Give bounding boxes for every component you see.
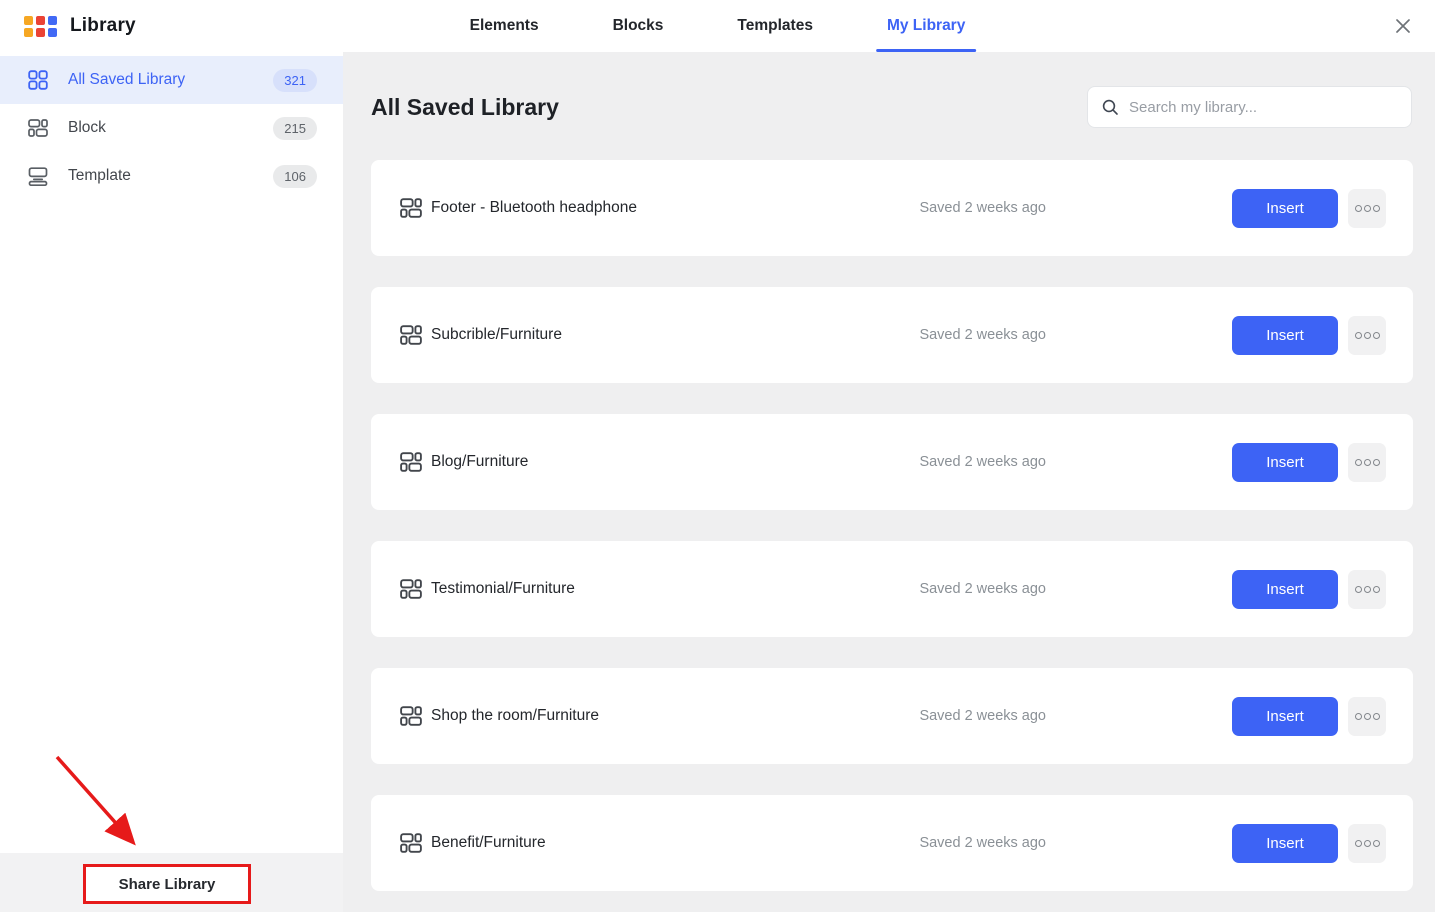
- tab-my-library[interactable]: My Library: [885, 0, 967, 52]
- more-options-button[interactable]: [1348, 697, 1386, 736]
- sidebar-item-label: Template: [68, 167, 273, 185]
- item-saved-time: Saved 2 weeks ago: [919, 708, 1046, 724]
- app-logo-grid-icon: [24, 16, 57, 37]
- more-options-button[interactable]: [1348, 570, 1386, 609]
- insert-button[interactable]: Insert: [1232, 570, 1338, 609]
- item-title: Testimonial/Furniture: [431, 580, 919, 598]
- more-options-icon: [1355, 459, 1362, 466]
- library-item-row: Benefit/Furniture Saved 2 weeks ago Inse…: [371, 795, 1413, 891]
- block-icon: [400, 578, 422, 600]
- more-options-button[interactable]: [1348, 189, 1386, 228]
- more-options-button[interactable]: [1348, 443, 1386, 482]
- more-options-icon: [1355, 840, 1362, 847]
- sidebar-item-block[interactable]: Block 215: [0, 104, 343, 152]
- item-title: Shop the room/Furniture: [431, 707, 919, 725]
- library-item-row: Testimonial/Furniture Saved 2 weeks ago …: [371, 541, 1413, 637]
- brand: Library: [24, 15, 136, 37]
- search-input[interactable]: [1129, 99, 1398, 116]
- top-tabs: Elements Blocks Templates My Library: [468, 0, 968, 52]
- more-options-icon: [1355, 713, 1362, 720]
- item-saved-time: Saved 2 weeks ago: [919, 327, 1046, 343]
- all-saved-grid-icon: [28, 70, 48, 90]
- sidebar-item-template[interactable]: Template 106: [0, 152, 343, 200]
- item-saved-time: Saved 2 weeks ago: [919, 454, 1046, 470]
- library-item-row: Footer - Bluetooth headphone Saved 2 wee…: [371, 160, 1413, 256]
- more-options-button[interactable]: [1348, 316, 1386, 355]
- app-title: Library: [70, 15, 136, 37]
- item-title: Footer - Bluetooth headphone: [431, 199, 919, 217]
- tab-elements[interactable]: Elements: [468, 0, 541, 52]
- more-options-icon: [1355, 332, 1362, 339]
- item-saved-time: Saved 2 weeks ago: [919, 200, 1046, 216]
- modal-header: Library Elements Blocks Templates My Lib…: [0, 0, 1435, 52]
- main-panel: All Saved Library Footer - Bluetooth hea…: [343, 52, 1435, 912]
- item-saved-time: Saved 2 weeks ago: [919, 581, 1046, 597]
- insert-button[interactable]: Insert: [1232, 316, 1338, 355]
- sidebar-item-label: Block: [68, 119, 273, 137]
- block-icon: [400, 832, 422, 854]
- more-options-button[interactable]: [1348, 824, 1386, 863]
- share-library-button[interactable]: Share Library: [83, 864, 251, 904]
- tab-blocks[interactable]: Blocks: [611, 0, 666, 52]
- item-title: Blog/Furniture: [431, 453, 919, 471]
- count-badge: 321: [273, 69, 317, 92]
- sidebar-item-all-saved-library[interactable]: All Saved Library 321: [0, 56, 343, 104]
- item-title: Benefit/Furniture: [431, 834, 919, 852]
- tab-templates[interactable]: Templates: [735, 0, 815, 52]
- library-item-row: Blog/Furniture Saved 2 weeks ago Insert: [371, 414, 1413, 510]
- close-icon: [1393, 16, 1413, 36]
- library-item-row: Subcrible/Furniture Saved 2 weeks ago In…: [371, 287, 1413, 383]
- block-icon: [400, 705, 422, 727]
- more-options-icon: [1355, 205, 1362, 212]
- block-icon: [400, 451, 422, 473]
- insert-button[interactable]: Insert: [1232, 189, 1338, 228]
- item-title: Subcrible/Furniture: [431, 326, 919, 344]
- page-title: All Saved Library: [371, 94, 559, 121]
- sidebar-footer: Share Library: [0, 853, 343, 912]
- library-modal: Library Elements Blocks Templates My Lib…: [0, 0, 1435, 912]
- insert-button[interactable]: Insert: [1232, 697, 1338, 736]
- search-box[interactable]: [1087, 86, 1412, 128]
- count-badge: 215: [273, 117, 317, 140]
- insert-button[interactable]: Insert: [1232, 824, 1338, 863]
- library-item-row: Shop the room/Furniture Saved 2 weeks ag…: [371, 668, 1413, 764]
- count-badge: 106: [273, 165, 317, 188]
- close-button[interactable]: [1387, 10, 1419, 42]
- sidebar-item-label: All Saved Library: [68, 71, 273, 89]
- sidebar: All Saved Library 321 Block 215 Template…: [0, 52, 343, 912]
- item-saved-time: Saved 2 weeks ago: [919, 835, 1046, 851]
- saved-items-list: Footer - Bluetooth headphone Saved 2 wee…: [371, 160, 1413, 891]
- block-icon: [400, 324, 422, 346]
- search-icon: [1101, 98, 1119, 116]
- block-icon: [28, 118, 48, 138]
- insert-button[interactable]: Insert: [1232, 443, 1338, 482]
- template-icon: [28, 166, 48, 186]
- more-options-icon: [1355, 586, 1362, 593]
- main-header: All Saved Library: [343, 52, 1435, 128]
- block-icon: [400, 197, 422, 219]
